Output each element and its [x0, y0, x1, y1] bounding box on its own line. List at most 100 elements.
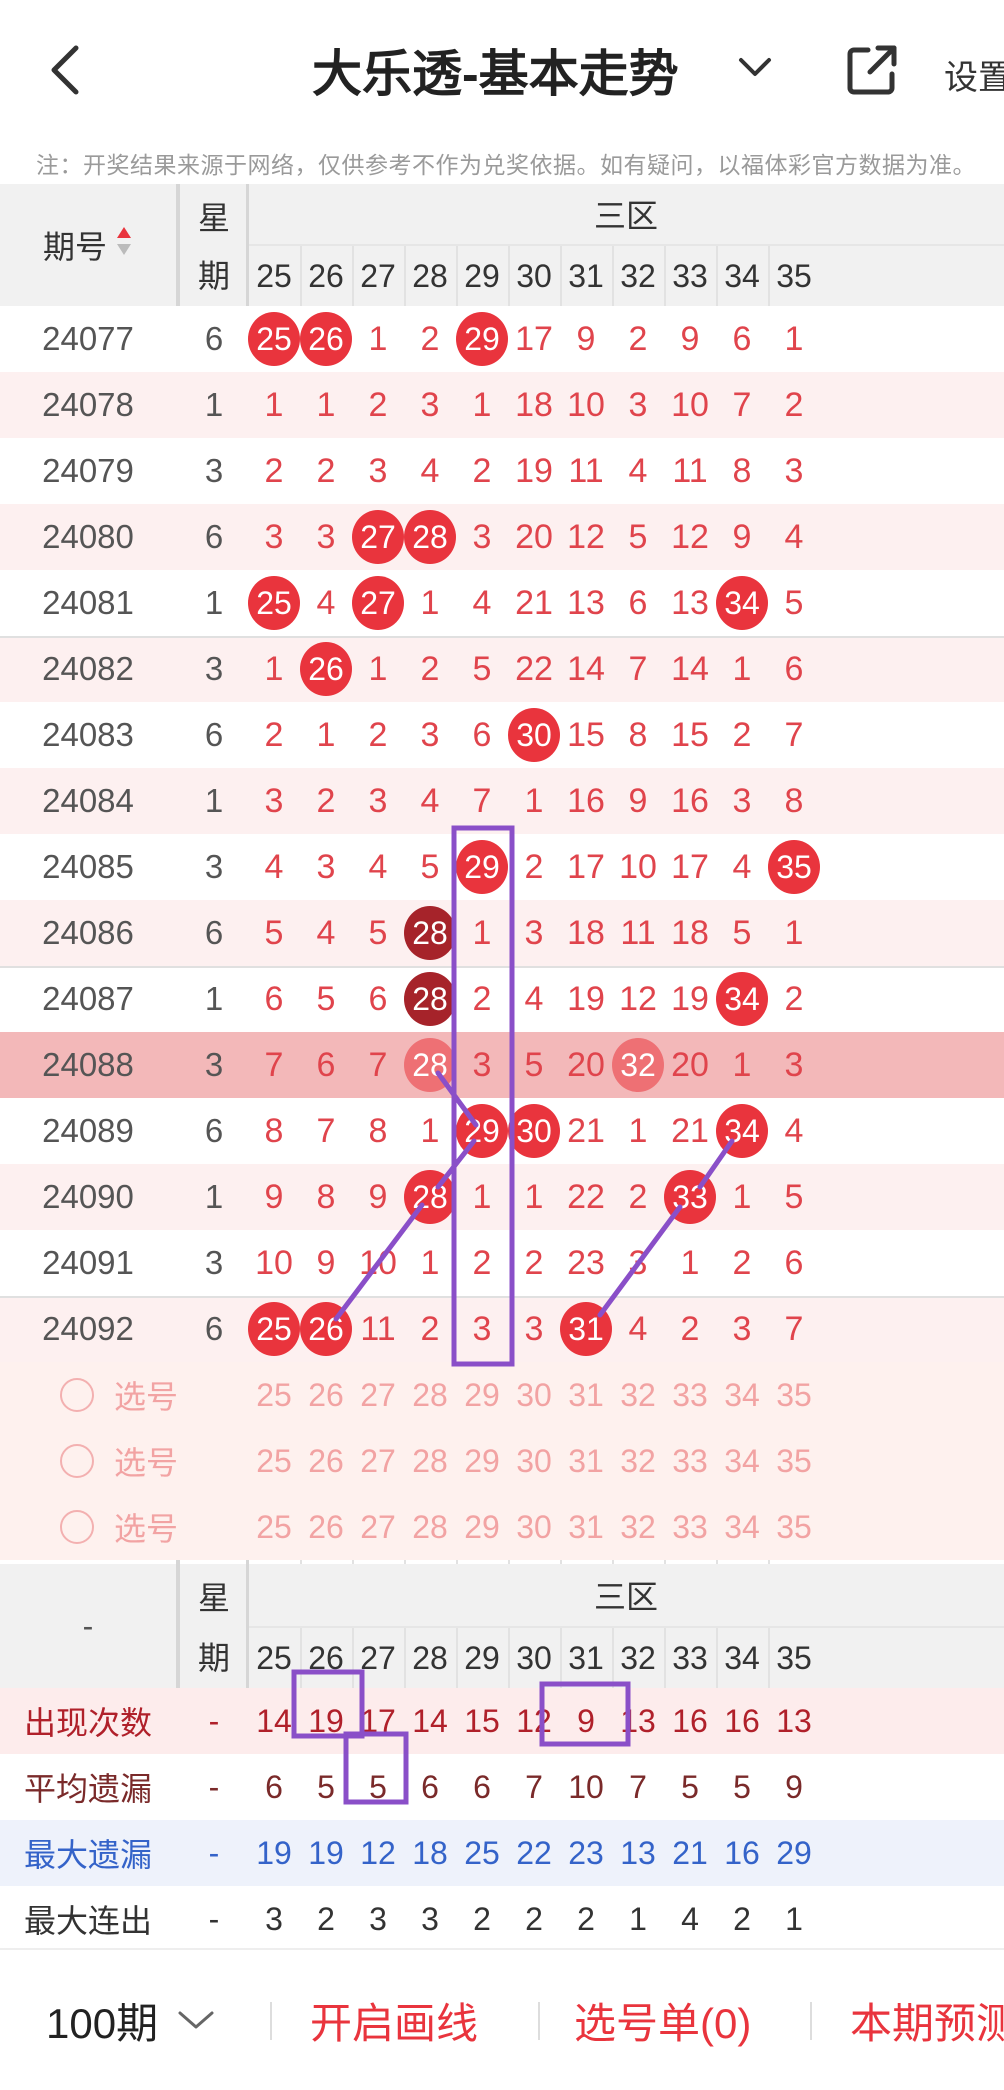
trend-cell[interactable]: 23: [560, 1230, 612, 1296]
trend-cell[interactable]: 2: [508, 834, 560, 900]
trend-cell[interactable]: 15: [664, 702, 716, 768]
trend-cell[interactable]: 34: [716, 570, 768, 636]
trend-cell[interactable]: 28: [404, 504, 456, 570]
trend-cell[interactable]: 4: [716, 834, 768, 900]
trend-cell[interactable]: 7: [768, 1296, 820, 1362]
trend-cell[interactable]: 18: [508, 372, 560, 438]
select-number[interactable]: 25: [248, 1362, 300, 1428]
trend-cell[interactable]: 5: [508, 1032, 560, 1098]
page-title[interactable]: 大乐透-基本走势: [312, 34, 679, 106]
trend-cell[interactable]: 20: [560, 1032, 612, 1098]
trend-cell[interactable]: 3: [456, 1296, 508, 1362]
trend-cell[interactable]: 3: [768, 1032, 820, 1098]
select-number[interactable]: 34: [716, 1362, 768, 1428]
trend-cell[interactable]: 12: [560, 504, 612, 570]
trend-cell[interactable]: 2: [404, 306, 456, 372]
trend-cell[interactable]: 4: [508, 966, 560, 1032]
select-number[interactable]: 30: [508, 1494, 560, 1560]
select-number[interactable]: 33: [664, 1428, 716, 1494]
trend-cell[interactable]: 5: [456, 636, 508, 702]
trend-cell[interactable]: 17: [664, 834, 716, 900]
select-number[interactable]: 35: [768, 1362, 820, 1428]
trend-cell[interactable]: 7: [768, 702, 820, 768]
trend-cell[interactable]: 11: [352, 1296, 404, 1362]
trend-cell[interactable]: 4: [612, 1296, 664, 1362]
select-number[interactable]: 30: [508, 1428, 560, 1494]
trend-cell[interactable]: 5: [612, 504, 664, 570]
select-row-toggle[interactable]: 选号: [60, 1494, 220, 1560]
trend-cell[interactable]: 6: [456, 702, 508, 768]
trend-cell[interactable]: 1: [248, 636, 300, 702]
trend-cell[interactable]: 4: [248, 834, 300, 900]
trend-cell[interactable]: 8: [352, 1098, 404, 1164]
trend-cell[interactable]: 9: [352, 1164, 404, 1230]
select-number[interactable]: 27: [352, 1494, 404, 1560]
trend-cell[interactable]: 13: [664, 570, 716, 636]
trend-cell[interactable]: 31: [560, 1296, 612, 1362]
trend-cell[interactable]: 5: [300, 966, 352, 1032]
trend-cell[interactable]: 3: [612, 1230, 664, 1296]
trend-cell[interactable]: 9: [664, 306, 716, 372]
trend-cell[interactable]: 8: [716, 438, 768, 504]
trend-cell[interactable]: 11: [560, 438, 612, 504]
trend-cell[interactable]: 10: [664, 372, 716, 438]
trend-cell[interactable]: 1: [456, 372, 508, 438]
trend-cell[interactable]: 6: [716, 306, 768, 372]
trend-cell[interactable]: 2: [404, 636, 456, 702]
trend-cell[interactable]: 27: [352, 504, 404, 570]
trend-cell[interactable]: 29: [456, 1098, 508, 1164]
trend-cell[interactable]: 22: [560, 1164, 612, 1230]
trend-cell[interactable]: 3: [404, 702, 456, 768]
trend-cell[interactable]: 25: [248, 1296, 300, 1362]
draw-line-button[interactable]: 开启画线: [310, 1950, 478, 2090]
trend-cell[interactable]: 6: [300, 1032, 352, 1098]
settings-button[interactable]: 设置: [944, 50, 1004, 99]
trend-cell[interactable]: 6: [248, 966, 300, 1032]
trend-cell[interactable]: 4: [404, 438, 456, 504]
select-number[interactable]: 35: [768, 1494, 820, 1560]
trend-cell[interactable]: 35: [768, 834, 820, 900]
trend-cell[interactable]: 34: [716, 966, 768, 1032]
trend-cell[interactable]: 3: [612, 372, 664, 438]
trend-cell[interactable]: 11: [664, 438, 716, 504]
trend-cell[interactable]: 17: [508, 306, 560, 372]
trend-cell[interactable]: 1: [508, 1164, 560, 1230]
trend-cell[interactable]: 1: [404, 570, 456, 636]
trend-cell[interactable]: 19: [664, 966, 716, 1032]
select-number[interactable]: 33: [664, 1494, 716, 1560]
trend-cell[interactable]: 6: [612, 570, 664, 636]
trend-cell[interactable]: 1: [768, 306, 820, 372]
trend-cell[interactable]: 5: [768, 1164, 820, 1230]
trend-cell[interactable]: 13: [560, 570, 612, 636]
select-number[interactable]: 26: [300, 1428, 352, 1494]
trend-cell[interactable]: 16: [560, 768, 612, 834]
select-number[interactable]: 28: [404, 1362, 456, 1428]
trend-cell[interactable]: 5: [768, 570, 820, 636]
trend-cell[interactable]: 4: [456, 570, 508, 636]
trend-cell[interactable]: 3: [248, 504, 300, 570]
trend-cell[interactable]: 26: [300, 636, 352, 702]
trend-cell[interactable]: 16: [664, 768, 716, 834]
trend-cell[interactable]: 25: [248, 570, 300, 636]
trend-cell[interactable]: 1: [612, 1098, 664, 1164]
trend-cell[interactable]: 1: [404, 1230, 456, 1296]
trend-cell[interactable]: 14: [664, 636, 716, 702]
trend-cell[interactable]: 1: [352, 636, 404, 702]
trend-cell[interactable]: 1: [456, 1164, 508, 1230]
trend-cell[interactable]: 1: [404, 1098, 456, 1164]
select-number[interactable]: 29: [456, 1494, 508, 1560]
trend-cell[interactable]: 4: [352, 834, 404, 900]
trend-cell[interactable]: 2: [300, 768, 352, 834]
trend-cell[interactable]: 3: [716, 1296, 768, 1362]
trend-cell[interactable]: 18: [664, 900, 716, 966]
trend-cell[interactable]: 22: [508, 636, 560, 702]
trend-cell[interactable]: 1: [716, 1164, 768, 1230]
select-number[interactable]: 29: [456, 1362, 508, 1428]
select-row-toggle[interactable]: 选号: [60, 1362, 220, 1428]
trend-cell[interactable]: 3: [352, 438, 404, 504]
trend-cell[interactable]: 7: [612, 636, 664, 702]
trend-cell[interactable]: 8: [248, 1098, 300, 1164]
trend-cell[interactable]: 10: [560, 372, 612, 438]
trend-cell[interactable]: 2: [768, 372, 820, 438]
select-number[interactable]: 34: [716, 1428, 768, 1494]
